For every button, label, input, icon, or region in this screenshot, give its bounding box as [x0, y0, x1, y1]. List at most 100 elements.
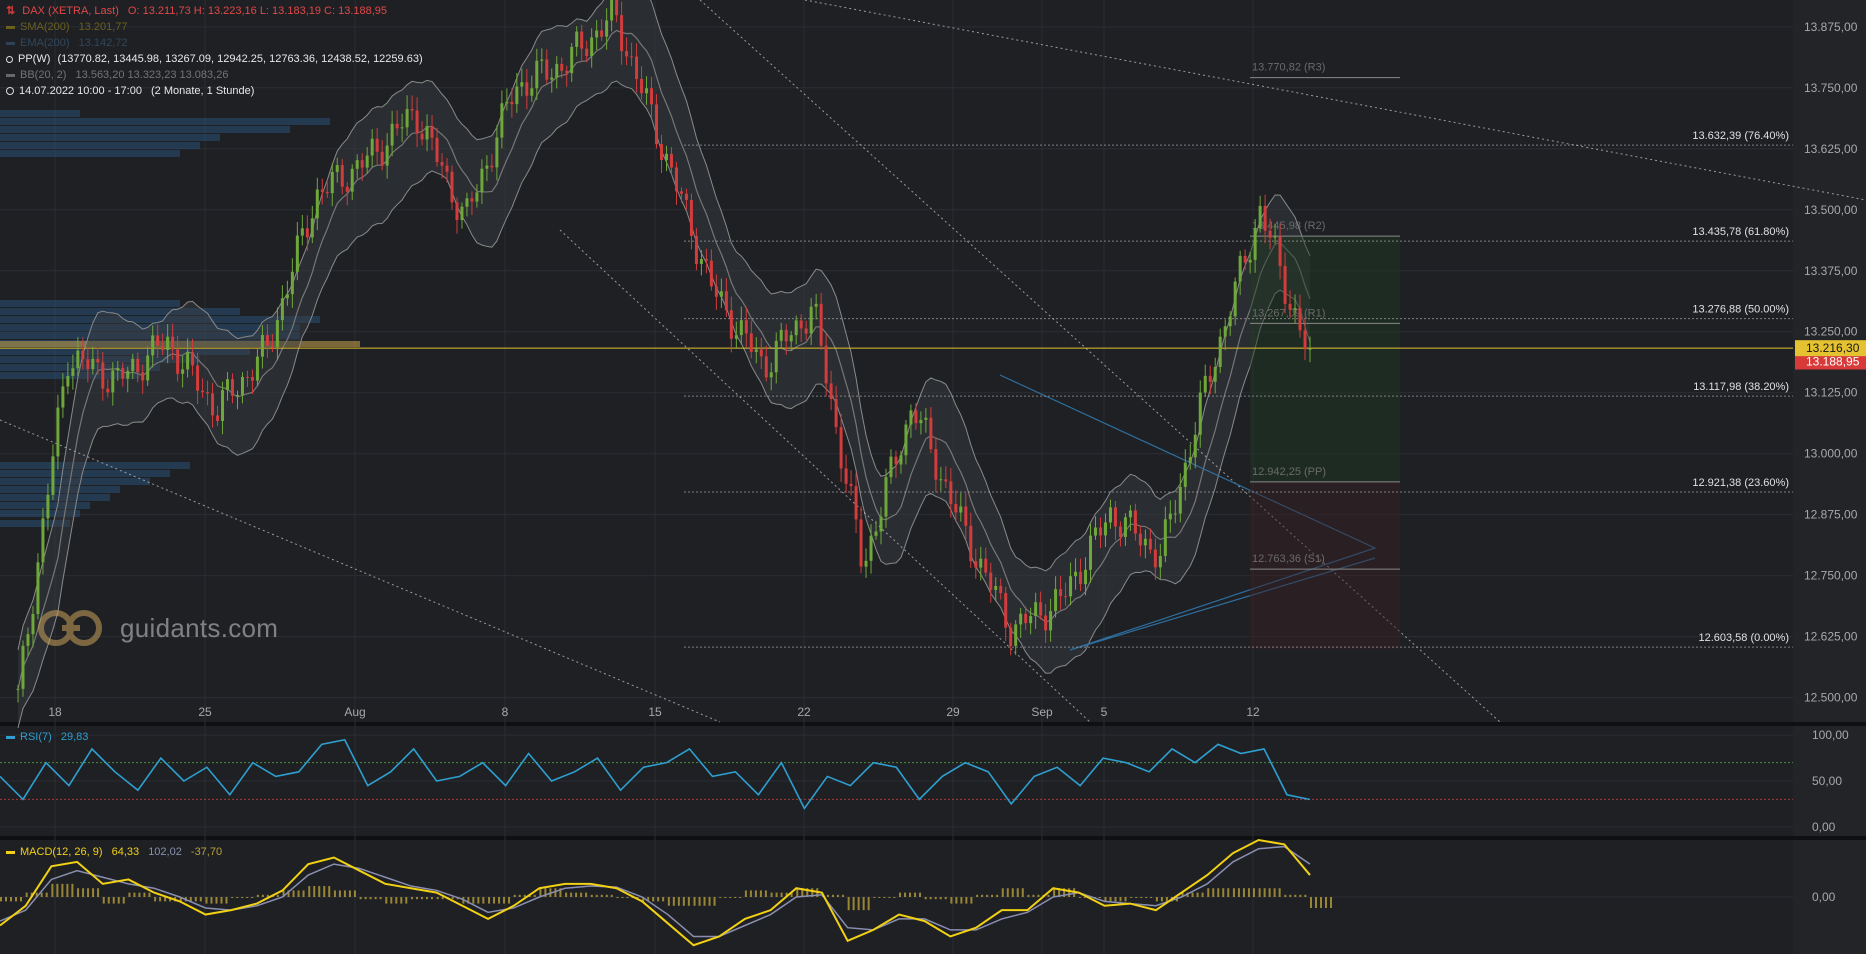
macd-histogram-bar — [425, 897, 428, 900]
candle-body — [719, 291, 723, 297]
candle-body — [420, 133, 424, 140]
legend-ema[interactable]: EMA(200) 13.142,72 — [6, 36, 128, 51]
volume-profile-bar — [0, 110, 80, 117]
macd-histogram-bar — [734, 897, 737, 898]
pivot-toggle-icon[interactable] — [6, 55, 13, 63]
candle-body — [939, 479, 943, 481]
candle-body — [709, 260, 713, 287]
candle-body — [280, 298, 284, 321]
macd-histogram-bar — [25, 892, 28, 897]
macd-histogram-bar — [759, 890, 762, 897]
macd-histogram-bar — [616, 897, 619, 899]
candle-body — [320, 189, 324, 192]
macd-histogram-bar — [826, 894, 829, 897]
legend-bollinger[interactable]: BB(20, 2) 13.563,20 13.323,23 13.083,26 — [6, 68, 228, 83]
candle-body — [370, 138, 374, 156]
macd-histogram-bar — [739, 897, 742, 898]
macd-histogram-bar — [626, 897, 629, 899]
candle-body — [610, 0, 614, 21]
candle-body — [944, 479, 948, 482]
macd-histogram-bar — [256, 894, 259, 897]
candle-body — [380, 151, 384, 166]
macd-histogram-bar — [698, 897, 701, 906]
macd-histogram-bar — [652, 897, 655, 902]
candle-body — [689, 199, 693, 236]
macd-histogram-bar — [590, 894, 593, 897]
sma-label: SMA(200) — [20, 21, 70, 33]
macd-histogram-bar — [1119, 897, 1122, 902]
macd-histogram-bar — [950, 897, 953, 904]
candle-body — [949, 481, 953, 505]
volume-profile-bar — [0, 134, 220, 141]
macd-histogram-bar — [61, 883, 64, 897]
candle-body — [211, 393, 215, 416]
macd-histogram-bar — [955, 897, 958, 904]
macd-histogram-bar — [405, 897, 408, 904]
macd-histogram-bar — [313, 886, 316, 897]
macd-histogram-bar — [10, 897, 12, 902]
macd-histogram-bar — [92, 888, 95, 897]
macd-histogram-bar — [1155, 897, 1158, 902]
candle-body — [724, 291, 728, 311]
candle-body — [1004, 593, 1008, 628]
macd-histogram-bar — [194, 897, 197, 902]
macd-histogram-bar — [236, 897, 239, 898]
candle-body — [395, 123, 399, 129]
candle-body — [1098, 527, 1102, 536]
macd-histogram-bar — [369, 897, 372, 900]
macd-histogram-bar — [744, 890, 747, 897]
macd-histogram-bar — [610, 894, 613, 897]
candle-body — [704, 259, 708, 261]
macd-histogram-bar — [621, 897, 624, 899]
candle-body — [1148, 538, 1152, 550]
volume-profile-bar — [0, 126, 290, 133]
macd-histogram-bar — [1021, 888, 1024, 897]
candle-body — [375, 138, 379, 152]
candle-body — [585, 48, 589, 57]
macd-histogram-bar — [1011, 888, 1014, 897]
macd-histogram-bar — [5, 897, 7, 902]
ema-label: EMA(200) — [20, 37, 70, 49]
candle-body — [305, 228, 309, 238]
candle-body — [764, 356, 768, 378]
candle-body — [310, 218, 314, 238]
macd-histogram-bar — [667, 897, 670, 906]
macd-histogram-bar — [1263, 888, 1266, 897]
candle-body — [1218, 336, 1222, 367]
candle-body — [1054, 589, 1058, 612]
sma-value: 13.201,77 — [78, 21, 128, 33]
macd-histogram-bar — [343, 890, 346, 897]
macd-histogram-bar — [503, 897, 506, 904]
macd-histogram-bar — [1001, 888, 1004, 897]
macd-histogram-bar — [82, 888, 85, 897]
macd-histogram-bar — [764, 890, 767, 897]
candle-body — [530, 88, 534, 96]
candle-body — [909, 410, 913, 425]
macd-swatch-icon — [6, 850, 15, 854]
macd-histogram-bar — [276, 894, 279, 897]
volume-profile-bar — [0, 300, 180, 307]
candle-body — [1278, 236, 1282, 266]
candle-body — [904, 424, 908, 456]
legend-macd[interactable]: MACD(12, 26, 9) 64,33 102,02 -37,70 — [6, 845, 222, 860]
macd-histogram-bar — [513, 894, 516, 897]
candle-body — [285, 294, 289, 299]
guidants-logo-icon — [38, 610, 102, 646]
macd-histogram-bar — [1242, 888, 1245, 897]
legend-sma[interactable]: SMA(200) 13.201,77 — [6, 20, 128, 35]
candle-body — [365, 155, 369, 168]
macd-histogram-bar — [600, 894, 603, 897]
date-tick-label: 22 — [797, 705, 811, 719]
macd-histogram-bar — [1310, 897, 1312, 908]
rsi-tick-label: 0,00 — [1812, 820, 1836, 834]
macd-histogram-bar — [719, 897, 722, 898]
chart-canvas[interactable]: 13.770,82 (R3)13.445,98 (R2)13.267,09 (R… — [0, 0, 1866, 954]
legend-pivots[interactable]: PP(W) (13770.82, 13445.98, 13267.09, 129… — [6, 52, 423, 67]
candle-body — [435, 137, 439, 163]
candle-body — [141, 372, 145, 381]
candle-body — [674, 167, 678, 192]
volume-profile-bar — [0, 150, 180, 157]
legend-rsi[interactable]: RSI(7) 29,83 — [6, 730, 88, 745]
candle-body — [1079, 571, 1083, 585]
candle-body — [196, 365, 200, 391]
